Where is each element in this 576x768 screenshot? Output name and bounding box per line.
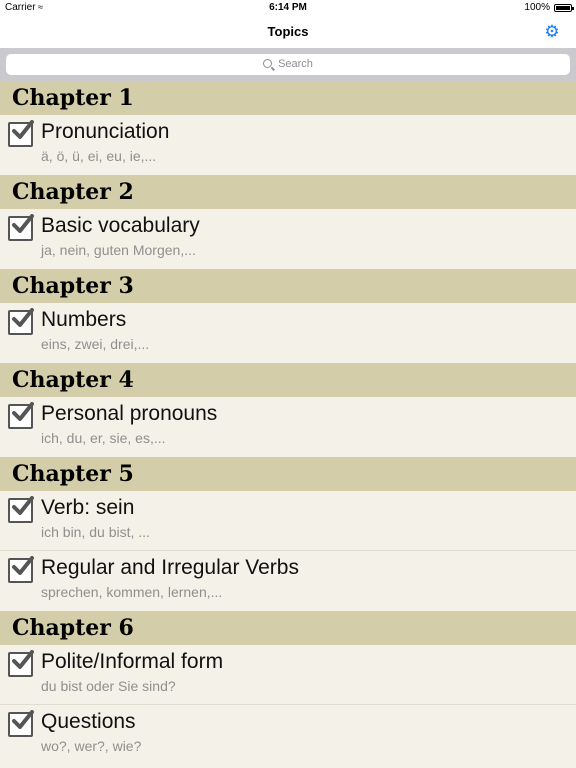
- chapter-header: Chapter 2: [0, 175, 576, 209]
- topic-title: Numbers: [41, 308, 127, 331]
- topic-subtitle: sprechen, kommen, lernen,...: [41, 584, 223, 600]
- checkbox-checked-icon[interactable]: [8, 214, 34, 241]
- battery-percent: 100%: [524, 2, 550, 13]
- topic-subtitle: ich, du, er, sie, es,...: [41, 430, 166, 446]
- checkbox-checked-icon[interactable]: [8, 556, 34, 583]
- chapter-header: Chapter 3: [0, 269, 576, 303]
- chapter-title: Chapter 5: [12, 461, 134, 487]
- topic-title: Basic vocabulary: [41, 214, 200, 237]
- topic-title: Questions: [41, 710, 136, 733]
- topic-row[interactable]: Questions wo?, wer?, wie?: [0, 705, 576, 765]
- search-input[interactable]: Search: [6, 54, 570, 75]
- chapter-header: Chapter 4: [0, 363, 576, 397]
- checkbox-checked-icon[interactable]: [8, 650, 34, 677]
- topic-subtitle: du bist oder Sie sind?: [41, 678, 176, 694]
- search-icon: [263, 59, 273, 68]
- checkbox-checked-icon[interactable]: [8, 120, 34, 147]
- topic-subtitle: ich bin, du bist, ...: [41, 524, 150, 540]
- battery-icon: [554, 4, 574, 12]
- topic-row[interactable]: Basic vocabulary ja, nein, guten Morgen,.…: [0, 209, 576, 269]
- chapter-header: Chapter 1: [0, 81, 576, 115]
- topics-list: Chapter 1 Pronunciation ä, ö, ü, ei, eu, i…: [0, 81, 576, 765]
- status-bar: Carrier ≈ 6:14 PM 100%: [0, 0, 576, 16]
- checkbox-checked-icon[interactable]: [8, 710, 34, 737]
- topic-row[interactable]: Verb: sein ich bin, du bist, ...: [0, 491, 576, 551]
- chapter-header: Chapter 5: [0, 457, 576, 491]
- topic-title: Pronunciation: [41, 120, 170, 143]
- chapter-title: Chapter 4: [12, 367, 134, 393]
- gear-icon[interactable]: ⚙: [543, 23, 561, 41]
- topic-title: Polite/Informal form: [41, 650, 224, 673]
- checkbox-checked-icon[interactable]: [8, 308, 34, 335]
- topic-subtitle: ja, nein, guten Morgen,...: [41, 242, 196, 258]
- topic-subtitle: ä, ö, ü, ei, eu, ie,...: [41, 148, 157, 164]
- topic-row[interactable]: Numbers eins, zwei, drei,...: [0, 303, 576, 363]
- chapter-title: Chapter 1: [12, 85, 134, 111]
- checkbox-checked-icon[interactable]: [8, 402, 34, 429]
- clock: 6:14 PM: [269, 2, 307, 13]
- topic-title: Personal pronouns: [41, 402, 218, 425]
- chapter-title: Chapter 2: [12, 179, 134, 205]
- topic-row[interactable]: Personal pronouns ich, du, er, sie, es,..…: [0, 397, 576, 457]
- page-title: Topics: [267, 24, 309, 39]
- chapter-title: Chapter 3: [12, 273, 134, 299]
- search-placeholder: Search: [278, 58, 313, 70]
- topic-row[interactable]: Pronunciation ä, ö, ü, ei, eu, ie,...: [0, 115, 576, 175]
- chapter-header: Chapter 6: [0, 611, 576, 645]
- topic-title: Verb: sein: [41, 496, 135, 519]
- navigation-bar: Topics ⚙: [0, 16, 576, 48]
- checkbox-checked-icon[interactable]: [8, 496, 34, 523]
- topic-title: Regular and Irregular Verbs: [41, 556, 299, 579]
- chapter-title: Chapter 6: [12, 615, 134, 641]
- topic-row[interactable]: Regular and Irregular Verbs sprechen, kom…: [0, 551, 576, 611]
- topic-subtitle: wo?, wer?, wie?: [41, 738, 142, 754]
- topic-row[interactable]: Polite/Informal form du bist oder Sie sin…: [0, 645, 576, 705]
- search-bar: Search: [0, 48, 576, 81]
- topic-subtitle: eins, zwei, drei,...: [41, 336, 150, 352]
